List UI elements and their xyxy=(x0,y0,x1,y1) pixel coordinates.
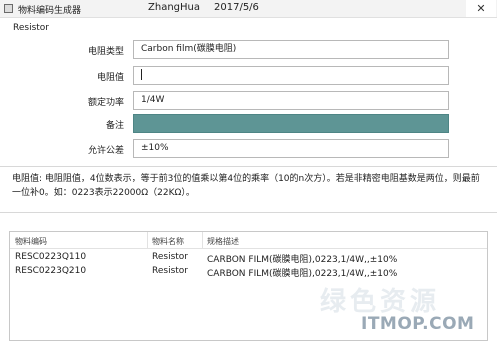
column-separator[interactable] xyxy=(202,232,203,249)
resistance-input[interactable] xyxy=(133,66,449,85)
column-header-code[interactable]: 物料编码 xyxy=(15,236,47,247)
text-caret xyxy=(141,69,142,80)
form-divider xyxy=(0,166,497,167)
cell-spec: CARBON FILM(碳膜电阻),0223,1/4W,,±10% xyxy=(207,269,398,279)
table-row[interactable]: RESC0223Q110 Resistor CARBON FILM(碳膜电阻),… xyxy=(10,250,487,265)
column-header-name[interactable]: 物料名称 xyxy=(152,236,184,247)
rated-power-value: 1/4W xyxy=(141,95,165,105)
form-row-resistor-type: 电阻类型 Carbon film(碳膜电阻) xyxy=(0,40,497,59)
resistance-label: 电阻值 xyxy=(96,73,124,83)
resistor-type-label: 电阻类型 xyxy=(87,47,124,57)
cell-name: Resistor xyxy=(152,266,188,276)
close-icon: ✕ xyxy=(476,2,486,15)
title-bar: 物料编码生成器 ZhangHua 2017/5/6 ✕ xyxy=(0,0,497,18)
app-icon xyxy=(4,4,13,13)
tolerance-label: 允许公差 xyxy=(87,146,124,156)
remark-field[interactable] xyxy=(133,114,449,133)
table-header: 物料编码 物料名称 规格描述 xyxy=(10,232,487,249)
remark-label: 备注 xyxy=(105,121,124,131)
column-header-spec[interactable]: 规格描述 xyxy=(207,236,239,247)
form-row-remark: 备注 xyxy=(0,114,497,133)
column-separator[interactable] xyxy=(147,232,148,249)
table-row[interactable]: RESC0223Q210 Resistor CARBON FILM(碳膜电阻),… xyxy=(10,264,487,279)
tolerance-field[interactable]: ±10% xyxy=(133,139,449,158)
cell-name: Resistor xyxy=(152,252,188,262)
watermark-text: ITMOP.COM xyxy=(361,314,475,334)
info-divider xyxy=(0,212,497,213)
info-description: 电阻值: 电阻阻值，4位数表示，等于前3位的值乘以第4位的乘率（10的n次方）。… xyxy=(12,174,480,198)
group-label-resistor: Resistor xyxy=(13,23,49,33)
cell-code: RESC0223Q110 xyxy=(15,252,87,262)
watermark-faint-text: 绿色资源 xyxy=(320,287,441,317)
rated-power-field[interactable]: 1/4W xyxy=(133,91,449,110)
form-row-tolerance: 允许公差 ±10% xyxy=(0,139,497,158)
cell-code: RESC0223Q210 xyxy=(15,266,87,276)
window-author: ZhangHua xyxy=(148,2,200,13)
resistor-type-value: Carbon film(碳膜电阻) xyxy=(141,44,237,54)
tolerance-value: ±10% xyxy=(141,143,169,153)
rated-power-label: 额定功率 xyxy=(87,98,124,108)
window-title: 物料编码生成器 xyxy=(18,6,82,16)
form-row-rated-power: 额定功率 1/4W xyxy=(0,91,497,110)
resistor-type-field[interactable]: Carbon film(碳膜电阻) xyxy=(133,40,449,59)
close-button[interactable]: ✕ xyxy=(466,0,496,17)
form-row-resistance: 电阻值 xyxy=(0,66,497,85)
window-date: 2017/5/6 xyxy=(214,2,259,13)
